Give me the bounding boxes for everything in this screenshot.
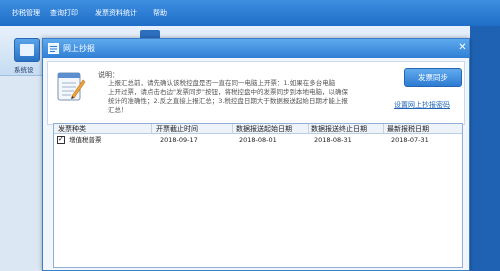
note-line: 上开过票，请点击右边"发票同步"按钮，将税控盘中的发票同步到本地电脑，以确保 bbox=[108, 88, 348, 96]
invoice-sync-button[interactable]: 发票同步 bbox=[404, 68, 462, 87]
app-menubar: 抄税管理 查询打印 发票资料统计 帮助 bbox=[0, 0, 500, 26]
note-panel: 说明： 上报汇总前，请先确认该税控盘是否一直在同一电脑上开票：1.如果在多台电脑… bbox=[47, 61, 465, 125]
cell-start: 2018-08-01 bbox=[239, 136, 277, 144]
side-strip bbox=[470, 26, 500, 271]
row-checkbox[interactable] bbox=[57, 135, 65, 144]
toolbar-label: 系统设 bbox=[14, 66, 34, 74]
menu-item-invoice-stats[interactable]: 发票资料统计 bbox=[95, 9, 137, 18]
table-header: 发票种类 开票截止时间 数据报送起始日期 数据报送终止日期 最新报税日期 bbox=[54, 124, 462, 134]
dialog-title: 网上抄报 bbox=[63, 44, 95, 53]
col-header-deadline[interactable]: 开票截止时间 bbox=[156, 125, 198, 133]
note-text: 上报汇总前，请先确认该税控盘是否一直在同一电脑上开票：1.如果在多台电脑 上开过… bbox=[108, 79, 388, 115]
note-line: 汇总！ bbox=[108, 106, 128, 114]
notepad-pen-icon bbox=[57, 72, 86, 101]
menu-item-tax-copy[interactable]: 抄税管理 bbox=[12, 9, 40, 18]
system-settings-icon[interactable] bbox=[14, 38, 40, 62]
online-report-dialog: 网上抄报 ✕ 说明： 上报汇总前，请先确认该税控盘是否一直在同一电脑上开票：1.… bbox=[42, 38, 470, 271]
cell-type: 增值税普票 bbox=[69, 136, 102, 144]
close-icon[interactable]: ✕ bbox=[457, 42, 468, 54]
col-header-type[interactable]: 发票种类 bbox=[58, 125, 86, 133]
menu-item-help[interactable]: 帮助 bbox=[153, 9, 167, 18]
cell-end: 2018-08-31 bbox=[314, 136, 352, 144]
window-icon bbox=[48, 43, 59, 54]
note-line: 上报汇总前，请先确认该税控盘是否一直在同一电脑上开票：1.如果在多台电脑 bbox=[108, 79, 336, 87]
col-header-start[interactable]: 数据报送起始日期 bbox=[236, 125, 292, 133]
cell-latest: 2018-07-31 bbox=[391, 136, 429, 144]
cell-deadline: 2018-09-17 bbox=[160, 136, 198, 144]
menu-item-query-print[interactable]: 查询打印 bbox=[50, 9, 78, 18]
note-line: 统计的准确性；2.反之直接上报汇总；3.税控盘日期大于数据报送起始日期才能上报 bbox=[108, 97, 348, 105]
table-row[interactable]: 增值税普票 2018-09-17 2018-08-01 2018-08-31 2… bbox=[54, 135, 462, 145]
col-header-latest[interactable]: 最新报税日期 bbox=[387, 125, 429, 133]
col-header-end[interactable]: 数据报送终止日期 bbox=[311, 125, 367, 133]
set-password-link[interactable]: 设置网上抄报密码 bbox=[394, 100, 450, 110]
invoice-table: 发票种类 开票截止时间 数据报送起始日期 数据报送终止日期 最新报税日期 增值税… bbox=[53, 123, 463, 268]
dialog-titlebar[interactable]: 网上抄报 ✕ bbox=[43, 39, 469, 58]
